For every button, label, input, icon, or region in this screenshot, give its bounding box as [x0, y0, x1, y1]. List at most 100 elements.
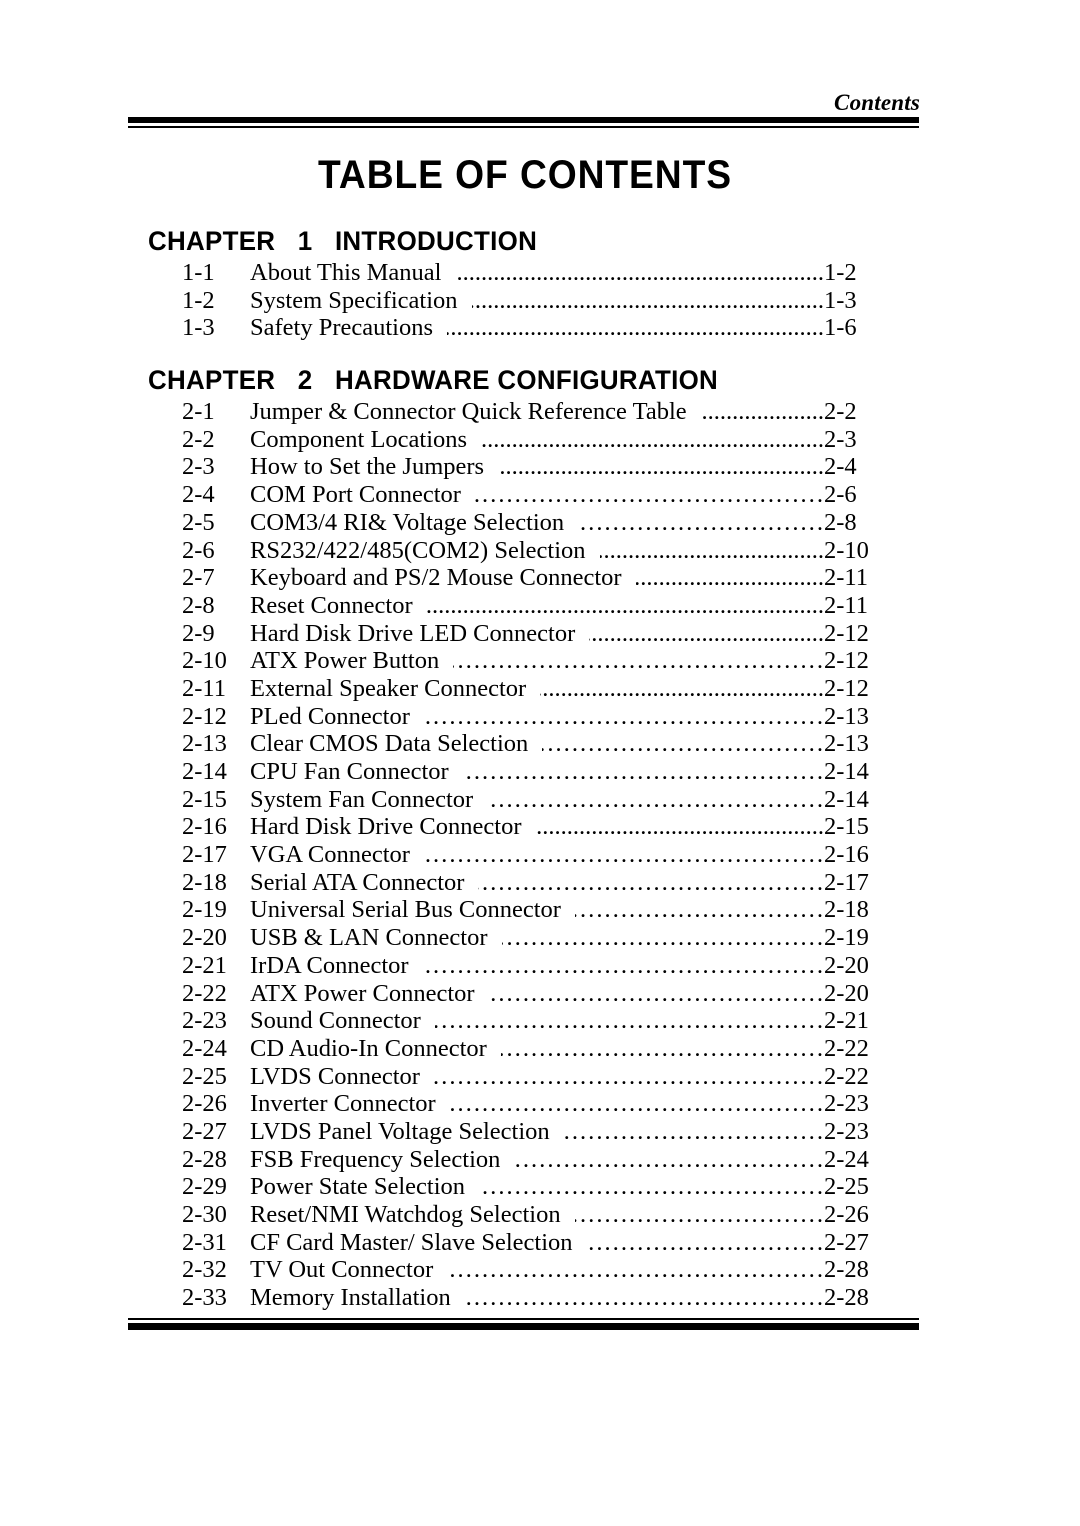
toc-entry-title: How to Set the Jumpers — [250, 453, 485, 481]
toc-entry-title: LVDS Panel Voltage Selection — [250, 1117, 550, 1145]
toc-entry[interactable]: 2-32 ………………………………………………………………………………………………… — [0, 1256, 1080, 1526]
toc-entry[interactable]: 2-20 ………………………………………………………………………………………………… — [0, 924, 1080, 1526]
toc-entry[interactable]: 2-28 ………………………………………………………………………………………………… — [0, 1145, 1080, 1526]
toc-entry-number: 2-9 — [182, 619, 215, 647]
toc-entry-title: Jumper & Connector Quick Reference Table — [250, 398, 687, 426]
toc-entry-title: ATX Power Connector — [250, 979, 475, 1007]
toc-entry-title: VGA Connector — [250, 841, 410, 869]
toc-entry[interactable]: 2-3.....................................… — [0, 453, 1080, 1526]
toc-entry[interactable]: 1-3.....................................… — [0, 314, 1080, 1526]
toc-entry-number: 2-21 — [182, 951, 227, 979]
toc-entry[interactable]: 2-26 ………………………………………………………………………………………………… — [0, 1090, 1080, 1526]
header-rule-thin — [128, 126, 919, 128]
toc-entry-title: USB & LAN Connector — [250, 924, 488, 952]
chapter-heading[interactable]: CHAPTER 2 HARDWARE CONFIGURATION — [148, 365, 1043, 396]
toc-entry[interactable]: 2-30 ………………………………………………………………………………………………… — [0, 1201, 1080, 1526]
toc-entry-number: 1-3 — [182, 314, 215, 342]
toc-entry-title: Inverter Connector — [250, 1090, 436, 1118]
toc-entry-title: Hard Disk Drive Connector — [250, 813, 522, 841]
toc-entry-number: 2-14 — [182, 758, 227, 785]
toc-entry[interactable]: 2-5 …………………………………………………………………………………………………… — [0, 508, 1080, 1526]
toc-entry-number: 2-12 — [182, 702, 227, 730]
chapter-heading[interactable]: CHAPTER 1 INTRODUCTION — [148, 226, 1043, 257]
toc-entry-title: Component Locations — [250, 425, 468, 453]
toc-entry-number: 2-1 — [182, 398, 215, 426]
toc-entry[interactable]: 2-29 ………………………………………………………………………………………………… — [0, 1173, 1080, 1526]
toc-entry-title: About This Manual — [250, 259, 442, 286]
toc-entry-title: LVDS Connector — [250, 1062, 420, 1090]
toc-entry-title: System Fan Connector — [250, 785, 474, 813]
toc-leader-dots: …………………………………………………………………………………………………………… — [464, 1284, 824, 1312]
toc-entry-number: 2-20 — [182, 924, 227, 952]
toc-entry-title: Safety Precautions — [250, 314, 434, 342]
toc-entry[interactable]: 2-24 ………………………………………………………………………………………………… — [0, 1034, 1080, 1526]
toc-entry[interactable]: 2-17 ………………………………………………………………………………………………… — [0, 841, 1080, 1526]
toc-entry-number: 2-24 — [182, 1034, 227, 1062]
toc-entry[interactable]: 2-25 ………………………………………………………………………………………………… — [0, 1062, 1080, 1526]
toc-entry[interactable]: 2-19 ………………………………………………………………………………………………… — [0, 896, 1080, 1526]
toc-entry-number: 2-32 — [182, 1256, 227, 1284]
toc-entry-number: 2-7 — [182, 564, 215, 592]
toc-entry[interactable]: 2-22 ………………………………………………………………………………………………… — [0, 979, 1080, 1526]
chapter-block: CHAPTER 2 HARDWARE CONFIGURATION 2-1.....… — [0, 365, 1080, 1526]
toc-entry-number: 2-5 — [182, 508, 215, 536]
toc-entry-number: 2-18 — [182, 868, 227, 896]
toc-entry-title: TV Out Connector — [250, 1256, 434, 1284]
toc-entry-title: Reset/NMI Watchdog Selection — [250, 1201, 561, 1228]
toc-entry-number: 2-3 — [182, 453, 215, 481]
toc-entry-number: 1-1 — [182, 259, 215, 286]
toc-entry-title: CPU Fan Connector — [250, 758, 449, 785]
toc-entry-number: 2-19 — [182, 896, 227, 924]
table-of-contents: CHAPTER 1 INTRODUCTION 1-1...............… — [0, 226, 1080, 1526]
toc-entry-number: 2-30 — [182, 1201, 227, 1228]
footer-rule — [128, 1318, 919, 1330]
toc-entry-title: Clear CMOS Data Selection — [250, 730, 529, 758]
toc-entry[interactable]: 2-13 ………………………………………………………………………………………………… — [0, 730, 1080, 1526]
toc-entry-title: COM Port Connector — [250, 481, 461, 509]
toc-entry[interactable]: 2-11....................................… — [0, 674, 1080, 1526]
toc-entry-number: 2-23 — [182, 1007, 227, 1035]
toc-entry-title: FSB Frequency Selection — [250, 1145, 501, 1173]
toc-entry[interactable]: 2-9.....................................… — [0, 619, 1080, 1526]
toc-entry-number: 2-11 — [182, 674, 226, 702]
toc-entry-number: 2-17 — [182, 841, 227, 869]
toc-entry-title: RS232/422/485(COM2) Selection — [250, 536, 586, 564]
toc-entry[interactable]: 1-2.....................................… — [0, 286, 1080, 1526]
toc-entry[interactable]: 1-1.....................................… — [0, 259, 1080, 1526]
toc-entry-number: 2-15 — [182, 785, 227, 813]
toc-entry[interactable]: 2-7.....................................… — [0, 564, 1080, 1526]
toc-entry[interactable]: 2-23 ………………………………………………………………………………………………… — [0, 1007, 1080, 1526]
toc-entry[interactable]: 2-6.....................................… — [0, 536, 1080, 1526]
toc-entry[interactable]: 2-16....................................… — [0, 813, 1080, 1526]
toc-entry[interactable]: 2-4 …………………………………………………………………………………………………… — [0, 481, 1080, 1526]
toc-entry[interactable]: 2-10 ………………………………………………………………………………………………… — [0, 647, 1080, 1526]
toc-entry[interactable]: 2-31 ………………………………………………………………………………………………… — [0, 1228, 1080, 1526]
toc-entry-title: Keyboard and PS/2 Mouse Connector — [250, 564, 622, 592]
toc-entry-title: CF Card Master/ Slave Selection — [250, 1228, 573, 1256]
toc-entry[interactable]: 2-1.....................................… — [0, 398, 1080, 1526]
toc-entry-number: 2-4 — [182, 481, 215, 509]
toc-entry-title: Power State Selection — [250, 1173, 466, 1201]
toc-entry-number: 2-10 — [182, 647, 227, 675]
toc-entry[interactable]: 2-18 ………………………………………………………………………………………………… — [0, 868, 1080, 1526]
toc-entry-title: Serial ATA Connector — [250, 868, 465, 896]
toc-entry-title: Reset Connector — [250, 591, 413, 619]
footer-rule-thick — [128, 1323, 919, 1330]
toc-entry-title: IrDA Connector — [250, 951, 409, 979]
toc-entry[interactable]: 2-27 ………………………………………………………………………………………………… — [0, 1117, 1080, 1526]
toc-entry-title: PLed Connector — [250, 702, 410, 730]
toc-entry-title: CD Audio-In Connector — [250, 1034, 487, 1062]
toc-entry[interactable]: 2-21 ………………………………………………………………………………………………… — [0, 951, 1080, 1526]
running-header-contents: Contents — [834, 90, 920, 115]
toc-entry-title: Hard Disk Drive LED Connector — [250, 619, 576, 647]
toc-entry[interactable]: 2-12 ………………………………………………………………………………………………… — [0, 702, 1080, 1526]
toc-entry[interactable]: 2-33 ………………………………………………………………………………………………… — [0, 1284, 1080, 1526]
toc-entry[interactable]: 2-15 ………………………………………………………………………………………………… — [0, 785, 1080, 1526]
toc-entry-number: 2-8 — [182, 591, 215, 619]
toc-entry[interactable]: 2-2.....................................… — [0, 425, 1080, 1526]
toc-entry-number: 2-22 — [182, 979, 227, 1007]
toc-entry-number: 1-2 — [182, 286, 215, 314]
toc-entry-number: 2-6 — [182, 536, 215, 564]
toc-entry[interactable]: 2-8.....................................… — [0, 591, 1080, 1526]
toc-entry[interactable]: 2-14 ………………………………………………………………………………………………… — [0, 758, 1080, 1526]
